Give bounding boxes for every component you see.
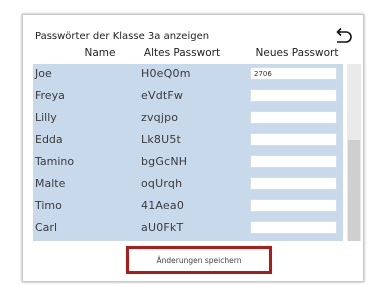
old-password: Lk8U5t: [141, 133, 182, 146]
dialog-title: Passwörter der Klasse 3a anzeigen: [35, 31, 210, 42]
column-header-old-password: Altes Passwort: [143, 47, 221, 59]
column-header-name: Name: [84, 47, 116, 59]
student-name: Tamino: [35, 155, 75, 168]
vertical-scrollbar[interactable]: [347, 64, 361, 241]
table-row: Tamino bgGcNH: [33, 154, 343, 170]
old-password: H0eQ0m: [141, 67, 191, 80]
student-name: Carl: [35, 221, 57, 234]
student-name: Timo: [35, 199, 62, 212]
table-row: Lilly zvqjpo: [33, 110, 343, 126]
new-password-input[interactable]: [250, 89, 337, 102]
new-password-input[interactable]: [250, 67, 337, 80]
student-name: Malte: [35, 177, 66, 190]
save-changes-button[interactable]: Änderungen speichern: [126, 246, 272, 274]
new-password-input[interactable]: [250, 177, 337, 190]
old-password: oqUrqh: [141, 177, 183, 190]
new-password-input[interactable]: [250, 221, 337, 234]
new-password-input[interactable]: [250, 111, 337, 124]
table-row: Carl aU0FkT: [33, 220, 343, 236]
back-button[interactable]: [333, 26, 353, 46]
old-password: aU0FkT: [141, 221, 184, 234]
table-row: Edda Lk8U5t: [33, 132, 343, 148]
student-name: Edda: [35, 133, 63, 146]
column-header-new-password: Neues Passwort: [255, 47, 339, 59]
table-row: Timo 41Aea0: [33, 198, 343, 214]
old-password: bgGcNH: [141, 155, 188, 168]
student-name: Joe: [35, 67, 52, 80]
new-password-input[interactable]: [250, 133, 337, 146]
table-row: Freya eVdtFw: [33, 88, 343, 104]
password-table: Joe H0eQ0m Freya eVdtFw Lilly zvqjpo Edd…: [33, 64, 343, 241]
old-password: zvqjpo: [141, 111, 179, 124]
table-row: Malte oqUrqh: [33, 176, 343, 192]
table-row: Joe H0eQ0m: [33, 66, 343, 82]
new-password-input[interactable]: [250, 199, 337, 212]
scrollbar-thumb[interactable]: [348, 140, 360, 241]
student-name: Freya: [35, 89, 65, 102]
old-password: eVdtFw: [141, 89, 184, 102]
old-password: 41Aea0: [141, 199, 185, 212]
undo-arrow-icon: [336, 27, 352, 43]
new-password-input[interactable]: [250, 155, 337, 168]
student-name: Lilly: [35, 111, 57, 124]
